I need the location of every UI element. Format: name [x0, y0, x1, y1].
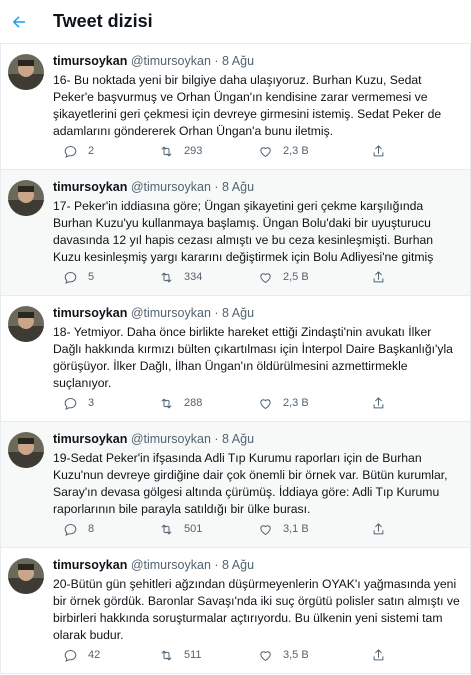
retweet-count: 501: [184, 523, 203, 535]
back-button[interactable]: [2, 5, 36, 39]
retweet-button[interactable]: 288: [159, 393, 202, 413]
arrow-left-icon: [12, 15, 25, 28]
tweet-date[interactable]: 8 Ağu: [222, 558, 254, 572]
retweet-button[interactable]: 511: [159, 645, 202, 665]
reply-button[interactable]: 2: [63, 141, 94, 161]
share-icon: [373, 144, 384, 156]
author-handle[interactable]: @timursoykan: [131, 54, 211, 68]
tweet-text: 18- Yetmiyor. Daha önce birlikte hareket…: [53, 325, 453, 390]
tweet-text: 19-Sedat Peker'in ifşasında Adli Tıp Kur…: [53, 451, 448, 516]
author-name[interactable]: timursoykan: [53, 432, 127, 446]
tweet-date[interactable]: 8 Ağu: [222, 432, 254, 446]
tweet-date[interactable]: 8 Ağu: [222, 306, 254, 320]
share-icon: [373, 522, 384, 534]
heart-icon: [260, 272, 271, 283]
avatar[interactable]: [8, 558, 44, 594]
avatar[interactable]: [8, 306, 44, 342]
retweet-count: 288: [184, 397, 203, 409]
author-handle[interactable]: @timursoykan: [131, 558, 211, 572]
tweet-item[interactable]: timursoykan @timursoykan · 8 Ağu 18- Yet…: [0, 296, 471, 422]
tweet-item[interactable]: timursoykan @timursoykan · 8 Ağu 19-Seda…: [0, 422, 471, 548]
share-button[interactable]: [371, 393, 386, 413]
tweet-item[interactable]: timursoykan @timursoykan · 8 Ağu 17- Pek…: [0, 170, 471, 296]
tweet-text: 16- Bu noktada yeni bir bilgiye daha ula…: [53, 73, 442, 138]
heart-icon: [260, 650, 271, 661]
like-button[interactable]: 3,5 B: [258, 645, 309, 665]
like-button[interactable]: 2,3 B: [258, 393, 309, 413]
reply-icon: [64, 523, 77, 536]
like-count: 2,3 B: [283, 145, 309, 157]
like-count: 3,5 B: [283, 649, 309, 661]
retweet-count: 293: [184, 145, 203, 157]
retweet-icon: [161, 524, 172, 534]
author-name[interactable]: timursoykan: [53, 54, 127, 68]
reply-count: 2: [88, 145, 95, 157]
avatar[interactable]: [8, 432, 44, 468]
reply-icon: [64, 649, 77, 662]
thread-header: Tweet dizisi: [0, 0, 471, 44]
heart-icon: [260, 146, 271, 157]
separator-dot: ·: [214, 54, 219, 68]
reply-count: 3: [88, 397, 95, 409]
retweet-icon: [161, 272, 172, 282]
share-icon: [373, 270, 384, 282]
tweet-actions: 8 501 3,1 B: [53, 519, 453, 539]
like-button[interactable]: 2,3 B: [258, 141, 309, 161]
retweet-button[interactable]: 501: [159, 519, 202, 539]
reply-count: 8: [88, 523, 95, 535]
retweet-icon: [161, 650, 172, 660]
reply-button[interactable]: 42: [63, 645, 100, 665]
reply-button[interactable]: 5: [63, 267, 94, 287]
reply-icon: [64, 271, 77, 284]
reply-icon: [64, 145, 77, 158]
author-handle[interactable]: @timursoykan: [131, 432, 211, 446]
like-count: 2,5 B: [283, 271, 309, 283]
tweet-actions: 2 293 2,3 B: [53, 141, 453, 161]
heart-icon: [260, 524, 271, 535]
retweet-button[interactable]: 293: [159, 141, 202, 161]
retweet-count: 334: [184, 271, 203, 283]
separator-dot: ·: [214, 432, 219, 446]
tweet-actions: 5 334 2,5 B: [53, 267, 453, 287]
tweet-item[interactable]: timursoykan @timursoykan · 8 Ağu 20-Bütü…: [0, 548, 471, 674]
reply-button[interactable]: 3: [63, 393, 94, 413]
author-handle[interactable]: @timursoykan: [131, 180, 211, 194]
like-count: 3,1 B: [283, 523, 309, 535]
avatar[interactable]: [8, 180, 44, 216]
share-icon: [373, 396, 384, 408]
retweet-button[interactable]: 334: [159, 267, 202, 287]
reply-button[interactable]: 8: [63, 519, 94, 539]
reply-icon: [64, 397, 77, 410]
avatar[interactable]: [8, 54, 44, 90]
separator-dot: ·: [214, 558, 219, 572]
author-name[interactable]: timursoykan: [53, 558, 127, 572]
retweet-count: 511: [184, 649, 202, 661]
share-button[interactable]: [371, 645, 386, 665]
separator-dot: ·: [214, 306, 219, 320]
retweet-icon: [161, 146, 172, 156]
retweet-icon: [161, 398, 172, 408]
reply-count: 5: [88, 271, 95, 283]
tweet-actions: 42 511 3,5 B: [53, 645, 453, 665]
share-button[interactable]: [371, 141, 386, 161]
tweet-text: 17- Peker'in iddiasına göre; Üngan şikay…: [53, 199, 434, 264]
author-handle[interactable]: @timursoykan: [131, 306, 211, 320]
page-title: Tweet dizisi: [53, 11, 153, 31]
tweet-date[interactable]: 8 Ağu: [222, 180, 254, 194]
share-button[interactable]: [371, 519, 386, 539]
separator-dot: ·: [214, 180, 219, 194]
tweet-item[interactable]: timursoykan @timursoykan · 8 Ağu 16- Bu …: [0, 44, 471, 170]
tweet-text: 20-Bütün gün şehitleri ağzından düşürmey…: [53, 577, 460, 642]
tweet-actions: 3 288 2,3 B: [53, 393, 453, 413]
heart-icon: [260, 398, 271, 409]
share-icon: [373, 648, 384, 660]
like-button[interactable]: 2,5 B: [258, 267, 309, 287]
tweet-date[interactable]: 8 Ağu: [222, 54, 254, 68]
author-name[interactable]: timursoykan: [53, 306, 127, 320]
reply-count: 42: [88, 649, 101, 661]
share-button[interactable]: [371, 267, 386, 287]
like-count: 2,3 B: [283, 397, 309, 409]
author-name[interactable]: timursoykan: [53, 180, 127, 194]
like-button[interactable]: 3,1 B: [258, 519, 309, 539]
